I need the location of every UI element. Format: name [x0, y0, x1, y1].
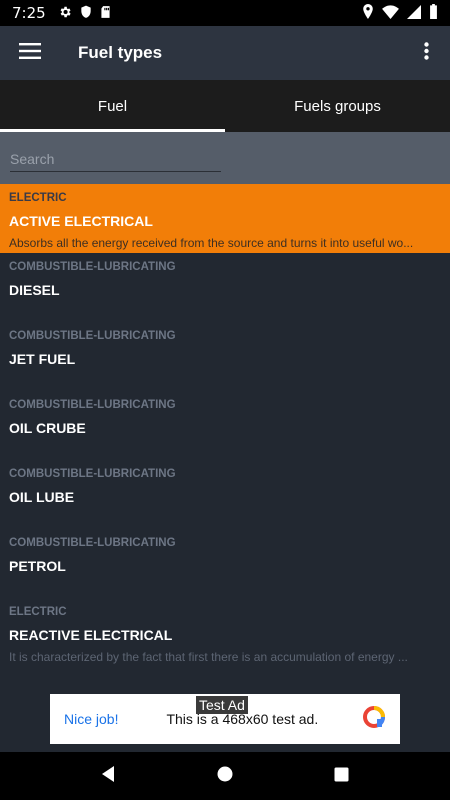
status-time: 7:25: [12, 4, 46, 22]
gear-icon: [58, 4, 72, 23]
recents-icon: [334, 767, 349, 786]
back-icon: [100, 765, 116, 787]
tab-fuels-groups[interactable]: Fuels groups: [225, 80, 450, 132]
fuel-name: OIL CRUBE: [9, 420, 86, 436]
app-bar: Fuel types: [0, 26, 450, 80]
list-item[interactable]: COMBUSTIBLE-LUBRICATING OIL LUBE: [0, 460, 450, 529]
battery-icon: [429, 3, 438, 23]
tab-fuel[interactable]: Fuel: [0, 80, 225, 132]
tab-bar: Fuel Fuels groups: [0, 80, 450, 132]
list-item[interactable]: ELECTRIC ACTIVE ELECTRICAL Absorbs all the…: [0, 184, 450, 253]
wifi-icon: [382, 4, 399, 23]
fuel-category: COMBUSTIBLE-LUBRICATING: [9, 330, 176, 342]
signal-icon: [407, 4, 421, 23]
menu-icon: [19, 43, 41, 63]
fuel-category: ELECTRIC: [9, 606, 67, 618]
list-item[interactable]: COMBUSTIBLE-LUBRICATING DIESEL: [0, 253, 450, 322]
shield-icon: [80, 4, 92, 23]
ad-logo-icon: [362, 705, 386, 733]
nav-bar: [0, 752, 450, 800]
fuel-name: REACTIVE ELECTRICAL: [9, 627, 173, 643]
recents-button[interactable]: [318, 756, 366, 796]
fuel-description: Absorbs all the energy received from the…: [9, 236, 414, 250]
sd-card-icon: [100, 4, 111, 23]
fuel-name: ACTIVE ELECTRICAL: [9, 213, 153, 229]
fuel-category: ELECTRIC: [9, 192, 67, 204]
fuel-name: DIESEL: [9, 282, 60, 298]
more-vert-icon: [423, 42, 429, 64]
list-item[interactable]: COMBUSTIBLE-LUBRICATING OIL CRUBE: [0, 391, 450, 460]
fuel-category: COMBUSTIBLE-LUBRICATING: [9, 468, 176, 480]
ad-nice-text: Nice job!: [64, 711, 119, 727]
search-input[interactable]: [10, 146, 221, 172]
search-area: [0, 132, 450, 184]
page-title: Fuel types: [78, 43, 163, 62]
fuel-category: COMBUSTIBLE-LUBRICATING: [9, 537, 176, 549]
fuel-category: COMBUSTIBLE-LUBRICATING: [9, 399, 176, 411]
menu-button[interactable]: [0, 26, 60, 80]
status-right-icons: [362, 3, 438, 23]
status-bar: 7:25: [0, 0, 450, 26]
list-item[interactable]: ELECTRIC REACTIVE ELECTRICAL It is charact…: [0, 598, 450, 667]
fuel-category: COMBUSTIBLE-LUBRICATING: [9, 261, 176, 273]
list-item[interactable]: COMBUSTIBLE-LUBRICATING JET FUEL: [0, 322, 450, 391]
fuel-list: ELECTRIC ACTIVE ELECTRICAL Absorbs all the…: [0, 184, 450, 667]
fuel-name: OIL LUBE: [9, 489, 75, 505]
home-button[interactable]: [201, 756, 249, 796]
back-button[interactable]: [84, 756, 132, 796]
home-icon: [217, 766, 233, 786]
ad-label: Test Ad: [196, 696, 248, 714]
location-icon: [362, 3, 374, 23]
fuel-description: It is characterized by the fact that fir…: [9, 650, 408, 664]
status-left-icons: [58, 4, 111, 23]
list-item[interactable]: COMBUSTIBLE-LUBRICATING PETROL: [0, 529, 450, 598]
fuel-name: PETROL: [9, 558, 66, 574]
fuel-name: JET FUEL: [9, 351, 76, 367]
more-options-button[interactable]: [402, 26, 450, 80]
